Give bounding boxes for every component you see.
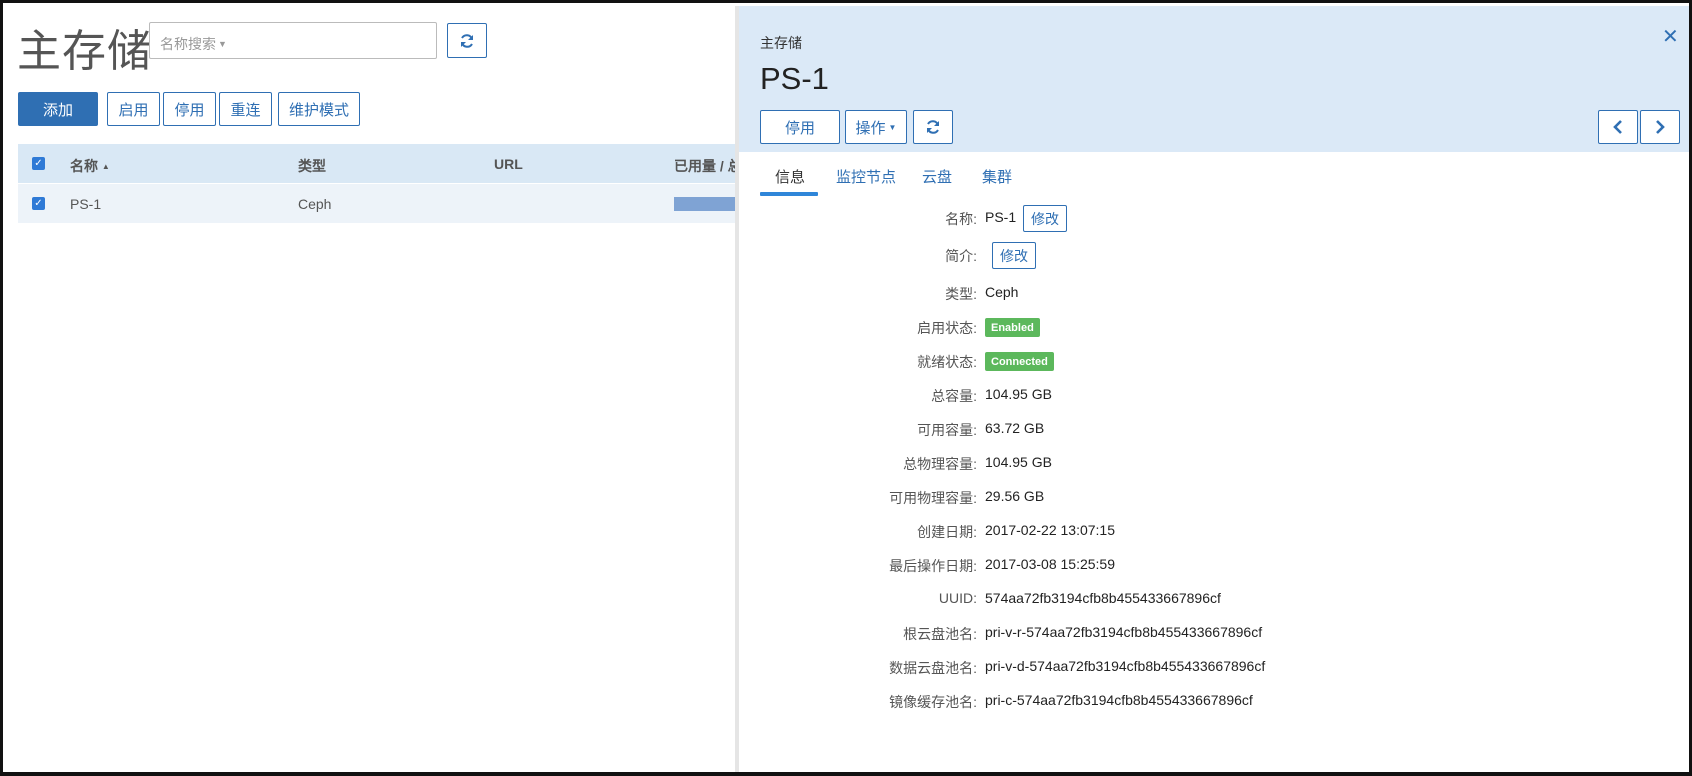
usage-progress-bar bbox=[674, 197, 738, 211]
column-type[interactable]: 类型 bbox=[298, 156, 326, 176]
field-value: pri-v-r-574aa72fb3194cfb8b455433667896cf bbox=[985, 624, 1263, 640]
operations-label: 操作 bbox=[855, 119, 886, 137]
field-type: 类型: Ceph bbox=[739, 280, 1689, 310]
tab-monitor-nodes[interactable]: 监控节点 bbox=[836, 166, 896, 187]
field-label: 启用状态: bbox=[917, 320, 977, 336]
detail-drawer: 主存储 PS-1 ✕ 停用 操作 ▼ 信息 监控节点 云盘 集群 名称: PS-… bbox=[735, 6, 1689, 772]
field-label: 镜像缓存池名: bbox=[889, 694, 977, 710]
search-placeholder: 名称搜索 bbox=[160, 36, 216, 52]
chevron-down-icon: ▼ bbox=[218, 39, 227, 49]
field-value: 63.72 GB bbox=[985, 420, 1045, 436]
tab-info[interactable]: 信息 bbox=[775, 166, 805, 187]
field-uuid: UUID: 574aa72fb3194cfb8b455433667896cf bbox=[739, 586, 1689, 616]
field-value: 2017-02-22 13:07:15 bbox=[985, 522, 1115, 538]
edit-name-button[interactable]: 修改 bbox=[1023, 205, 1067, 232]
column-usage[interactable]: 已用量 / 总 bbox=[674, 156, 742, 176]
field-label: 最后操作日期: bbox=[889, 558, 977, 574]
column-name-label: 名称 bbox=[70, 158, 98, 174]
field-root-volume-pool: 根云盘池名: pri-v-r-574aa72fb3194cfb8b4554336… bbox=[739, 620, 1689, 650]
field-value: 29.56 GB bbox=[985, 488, 1045, 504]
field-last-op-date: 最后操作日期: 2017-03-08 15:25:59 bbox=[739, 552, 1689, 582]
edit-description-button[interactable]: 修改 bbox=[992, 242, 1036, 269]
add-button[interactable]: 添加 bbox=[18, 92, 98, 126]
drawer-refresh-button[interactable] bbox=[913, 110, 953, 144]
field-state: 启用状态: Enabled bbox=[739, 314, 1689, 344]
field-image-cache-pool: 镜像缓存池名: pri-c-574aa72fb3194cfb8b45543366… bbox=[739, 688, 1689, 718]
field-label: 根云盘池名: bbox=[903, 626, 977, 642]
table-header: ✓ 名称 ▲ 类型 URL 已用量 / 总 bbox=[18, 144, 742, 183]
maintenance-mode-button[interactable]: 维护模式 bbox=[278, 92, 360, 126]
field-value: 2017-03-08 15:25:59 bbox=[985, 556, 1115, 572]
field-value: pri-v-d-574aa72fb3194cfb8b455433667896cf bbox=[985, 658, 1266, 674]
drawer-header: 主存储 PS-1 ✕ 停用 操作 ▼ bbox=[739, 6, 1689, 152]
drawer-tabs: 信息 监控节点 云盘 集群 bbox=[760, 152, 1660, 197]
field-label: 创建日期: bbox=[917, 524, 977, 540]
field-label: 可用容量: bbox=[917, 422, 977, 438]
select-all-checkbox[interactable]: ✓ bbox=[32, 157, 45, 170]
field-label: 可用物理容量: bbox=[889, 490, 977, 506]
disable-button[interactable]: 停用 bbox=[163, 92, 216, 126]
field-label: 数据云盘池名: bbox=[889, 660, 977, 676]
field-label: 总物理容量: bbox=[903, 456, 977, 472]
field-label: UUID: bbox=[938, 590, 977, 606]
reconnect-button[interactable]: 重连 bbox=[219, 92, 272, 126]
field-create-date: 创建日期: 2017-02-22 13:07:15 bbox=[739, 518, 1689, 548]
tab-clusters[interactable]: 集群 bbox=[982, 166, 1012, 187]
chevron-down-icon: ▼ bbox=[888, 122, 897, 132]
field-status: 就绪状态: Connected bbox=[739, 348, 1689, 378]
field-label: 就绪状态: bbox=[917, 354, 977, 370]
field-value: PS-1 bbox=[985, 209, 1017, 225]
status-badge: Connected bbox=[985, 352, 1054, 371]
chevron-right-icon bbox=[1656, 120, 1665, 134]
sort-asc-icon: ▲ bbox=[101, 162, 110, 171]
field-name: 名称: PS-1 修改 bbox=[739, 205, 1689, 235]
field-label: 总容量: bbox=[931, 388, 977, 404]
column-name[interactable]: 名称 ▲ bbox=[70, 156, 110, 176]
field-value: 104.95 GB bbox=[985, 454, 1052, 470]
field-description: 简介: 修改 bbox=[739, 242, 1689, 272]
drawer-disable-button[interactable]: 停用 bbox=[760, 110, 840, 144]
refresh-button[interactable] bbox=[447, 23, 487, 58]
field-total-capacity: 总容量: 104.95 GB bbox=[739, 382, 1689, 412]
status-badge: Enabled bbox=[985, 318, 1040, 337]
row-name[interactable]: PS-1 bbox=[70, 196, 101, 212]
breadcrumb: 主存储 bbox=[760, 35, 802, 51]
row-type: Ceph bbox=[298, 196, 332, 212]
refresh-icon bbox=[927, 120, 939, 134]
field-label: 简介: bbox=[945, 248, 977, 264]
field-value: 574aa72fb3194cfb8b455433667896cf bbox=[985, 590, 1221, 606]
table-row[interactable]: ✓ PS-1 Ceph bbox=[18, 184, 738, 223]
field-data-volume-pool: 数据云盘池名: pri-v-d-574aa72fb3194cfb8b455433… bbox=[739, 654, 1689, 684]
previous-button[interactable] bbox=[1598, 110, 1638, 144]
next-button[interactable] bbox=[1640, 110, 1680, 144]
drawer-title: PS-1 bbox=[760, 61, 829, 96]
chevron-left-icon bbox=[1613, 120, 1622, 134]
field-value: pri-c-574aa72fb3194cfb8b455433667896cf bbox=[985, 692, 1253, 708]
search-input[interactable]: 名称搜索 ▼ bbox=[149, 22, 437, 59]
operations-dropdown[interactable]: 操作 ▼ bbox=[845, 110, 907, 144]
field-total-physical-capacity: 总物理容量: 104.95 GB bbox=[739, 450, 1689, 480]
field-available-physical-capacity: 可用物理容量: 29.56 GB bbox=[739, 484, 1689, 514]
field-available-capacity: 可用容量: 63.72 GB bbox=[739, 416, 1689, 446]
field-label: 名称: bbox=[945, 211, 977, 227]
field-value: Ceph bbox=[985, 284, 1019, 300]
tab-volumes[interactable]: 云盘 bbox=[922, 166, 952, 187]
field-label: 类型: bbox=[945, 286, 977, 302]
active-tab-indicator bbox=[760, 192, 818, 196]
refresh-icon bbox=[461, 33, 473, 48]
page-title: 主存储 bbox=[17, 27, 152, 76]
close-icon[interactable]: ✕ bbox=[1662, 24, 1679, 49]
app-window: 主存储 名称搜索 ▼ 添加 启用 停用 重连 维护模式 ✓ 名称 ▲ 类型 URL… bbox=[0, 0, 1692, 776]
column-url[interactable]: URL bbox=[494, 156, 523, 172]
enable-button[interactable]: 启用 bbox=[107, 92, 160, 126]
field-value: 104.95 GB bbox=[985, 386, 1052, 402]
row-checkbox[interactable]: ✓ bbox=[32, 197, 45, 210]
